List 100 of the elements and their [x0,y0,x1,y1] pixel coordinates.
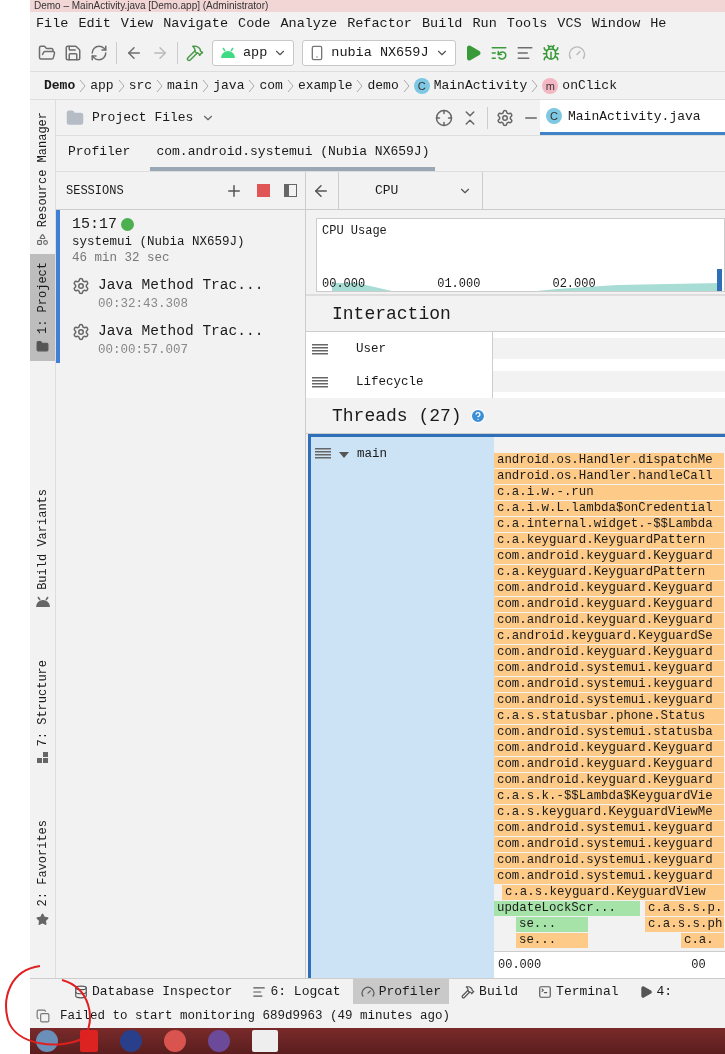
menu-item[interactable]: Refactor [347,15,412,31]
breadcrumb-item[interactable]: java [213,78,245,93]
tool-window-tab[interactable]: 7: Structure [30,652,55,773]
stack-frame[interactable]: se... [516,917,588,932]
breadcrumb-item[interactable]: app [90,78,114,93]
menu-item[interactable]: He [650,15,667,31]
debug-icon[interactable] [541,43,560,62]
stack-frame[interactable]: c.android.keyguard.KeyguardSe [494,629,724,644]
tool-window-button[interactable]: Build [453,979,527,1004]
stack-frame[interactable]: c.a.i.w.-.run [494,485,724,500]
stack-frame[interactable]: com.android.systemui.keyguard [494,821,724,836]
settings-icon[interactable] [496,108,514,127]
profiler-dropdown[interactable]: CPU [338,171,484,210]
breadcrumb-item[interactable]: MainActivity [433,78,528,93]
chevron-icon [202,78,210,93]
profiler-tab[interactable]: Profiler [62,136,137,171]
panel-toggle-icon[interactable] [284,184,297,197]
stack-frame[interactable]: android.os.Handler.handleCall [494,469,724,484]
tool-window-tab[interactable]: Build Variants [30,481,55,617]
editor-tab[interactable]: C MainActivity.java [540,100,725,135]
tool-window-button[interactable]: Terminal [530,979,627,1004]
star-icon [36,912,49,926]
timeline-label: 02.000 [552,277,596,291]
menu-item[interactable]: Run [472,15,497,31]
stack-frame[interactable]: updateLockScr... [494,901,640,916]
stack-frame[interactable]: com.android.keyguard.Keyguard [494,597,724,612]
stack-frame[interactable]: com.android.systemui.keyguard [494,869,724,884]
breadcrumb-item[interactable]: com [259,78,283,93]
menu-item[interactable]: Navigate [163,15,229,31]
taskbar-app-icon[interactable] [164,1030,186,1052]
breadcrumb-item[interactable]: onClick [562,78,617,93]
stack-frame[interactable]: c.a.s.s.ph [645,917,724,932]
menu-item[interactable]: VCS [557,15,582,31]
stack-frame[interactable]: com.android.systemui.keyguard [494,837,724,852]
stack-frame[interactable]: c.a.i.w.L.lambda$onCredential [494,501,724,516]
stack-frame[interactable]: com.android.keyguard.Keyguard [494,757,724,772]
stack-frame[interactable]: c.a.s.s.p. [645,901,724,916]
stack-frame[interactable]: com.android.keyguard.Keyguard [494,741,724,756]
gauge-icon [360,984,375,999]
stack-frame[interactable]: com.android.systemui.keyguard [494,677,724,692]
breadcrumb-item[interactable]: main [167,78,199,93]
stack-frame[interactable]: com.android.systemui.keyguard [494,693,724,708]
menu-item[interactable]: Window [591,15,641,31]
menu-item[interactable]: Edit [78,15,111,31]
stack-frame[interactable]: c.a.s.k.-$$Lambda$KeyguardVie [494,789,724,804]
stack-frame[interactable]: se... [516,933,588,948]
tool-window-tab[interactable]: 1: Project [30,254,55,362]
stack-frame[interactable]: c.a. [681,933,724,948]
stack-frame[interactable]: com.android.keyguard.Keyguard [494,581,724,596]
tool-window-button[interactable]: Profiler [352,979,450,1004]
menu-item[interactable]: Analyze [280,15,338,31]
tool-window-button[interactable]: 6: Logcat [244,979,349,1004]
android-icon [33,596,52,609]
stack-frame[interactable]: c.a.keyguard.KeyguardPattern [494,533,724,548]
android-icon [219,46,237,59]
breadcrumb-item[interactable]: Demo [44,78,76,93]
stack-frame[interactable]: com.android.systemui.keyguard [494,853,724,868]
breadcrumb-item[interactable]: example [297,78,353,93]
thread-row[interactable]: main [308,437,494,978]
structure-icon [36,752,49,765]
breadcrumb-item[interactable]: src [128,78,153,93]
stack-frame[interactable]: c.a.s.keyguard.KeyguardView [502,885,724,900]
terminal-icon [538,984,553,999]
drag-handle-icon [312,342,328,355]
stack-frame[interactable]: com.android.systemui.keyguard [494,661,724,676]
tool-window-button[interactable]: Database Inspector [66,979,241,1004]
menu-item[interactable]: Code [238,15,271,31]
stack-frame[interactable]: com.android.keyguard.Keyguard [494,613,724,628]
menu-item[interactable]: File [36,15,69,31]
stack-frame[interactable]: com.android.keyguard.Keyguard [494,773,724,788]
taskbar-app-icon[interactable] [208,1030,230,1052]
stack-frame[interactable]: c.a.s.statusbar.phone.Status [494,709,724,724]
tool-window-tab[interactable]: 2: Favorites [30,812,55,934]
locate-icon[interactable] [435,108,453,127]
stack-frame[interactable]: com.android.keyguard.Keyguard [494,549,724,564]
stack-frame[interactable]: com.android.systemui.statusba [494,725,724,740]
tool-window-button[interactable]: 4: [630,979,681,1004]
breadcrumb-item[interactable]: demo [367,78,399,93]
device-dropdown[interactable]: nubia NX659J [302,39,456,66]
open-folder-icon[interactable] [38,43,56,62]
stack-frame[interactable]: com.android.keyguard.Keyguard [494,645,724,660]
module-dropdown[interactable]: app [212,39,295,66]
expanded-icon[interactable] [339,450,349,460]
chevron-icon [248,78,256,93]
stack-frame[interactable]: c.a.s.keyguard.KeyguardViewMe [494,805,724,820]
capture-time: 00:00:57.007 [98,343,189,357]
chevron-icon [156,78,164,93]
stack-frame[interactable]: c.a.keyguard.KeyguardPattern [494,565,724,580]
hammer-icon[interactable] [186,43,204,62]
menu-item[interactable]: Tools [506,15,548,31]
tool-window-tab[interactable]: Resource Manager [30,104,55,255]
stack-frame[interactable]: android.os.Handler.dispatchMe [494,453,724,468]
stack-frame[interactable]: c.a.internal.widget.-$$Lambda [494,517,724,532]
sync-icon[interactable] [90,43,108,62]
help-icon[interactable] [469,407,486,424]
menu-item[interactable]: View [120,15,154,31]
save-icon[interactable] [64,43,82,62]
menu-item[interactable]: Build [421,15,463,31]
taskbar-app-icon[interactable] [36,1030,58,1052]
capture-title: Java Method Trac... [98,277,264,293]
